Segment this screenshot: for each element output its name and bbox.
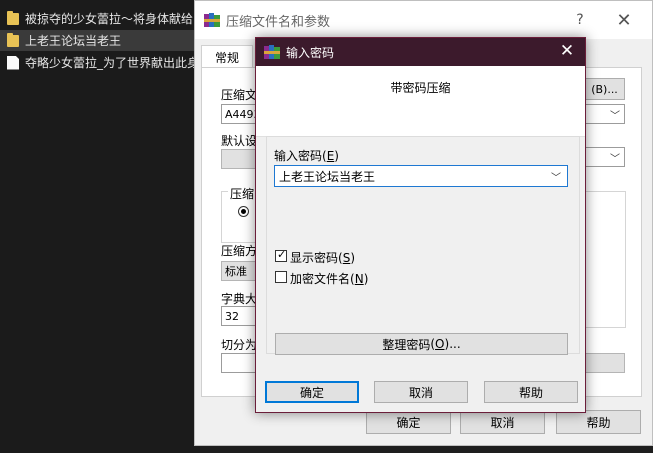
password-input[interactable]: 上老王论坛当老王 ﹀: [274, 165, 568, 187]
dict-size-label: 字典大: [221, 292, 258, 306]
password-value: 上老王论坛当老王: [279, 169, 376, 184]
options-group: [584, 191, 626, 328]
close-icon[interactable]: ✕: [557, 41, 577, 61]
checkmark-icon: ✓: [277, 248, 287, 261]
set-password-button[interactable]: [584, 353, 625, 373]
chevron-down-icon: ﹀: [610, 154, 620, 165]
show-password-label: 显示密码(S): [290, 251, 356, 265]
file-name: 上老王论坛当老王: [25, 34, 122, 48]
profile-select[interactable]: ﹀: [584, 147, 625, 167]
header-text: 带密码压缩: [390, 81, 451, 95]
list-item[interactable]: 上老王论坛当老王: [0, 30, 200, 51]
file-list: 被掠夺的少女蕾拉～将身体献给 上老王论坛当老王 夺略少女蕾拉_为了世界献出此身: [0, 0, 200, 453]
dict-size-value: 32: [225, 309, 239, 323]
ok-button[interactable]: 确定: [265, 381, 359, 403]
archive-format-label: 压缩: [228, 185, 257, 202]
show-password-checkbox[interactable]: ✓: [275, 248, 287, 262]
document-icon: [7, 55, 19, 70]
help-button[interactable]: 帮助: [484, 381, 578, 403]
tab-general[interactable]: 常规: [201, 45, 253, 68]
dialog-titlebar: 输入密码 ✕: [256, 38, 585, 66]
winrar-books-icon: [204, 12, 220, 28]
folder-icon: [7, 32, 19, 47]
ok-button[interactable]: 确定: [366, 410, 451, 434]
encrypt-filenames-checkbox[interactable]: [275, 271, 287, 283]
file-name: 被掠夺的少女蕾拉～将身体献给: [25, 12, 194, 26]
enter-password-dialog: 输入密码 ✕ 带密码压缩 输入密码(E) 上老王论坛当老王 ﹀ ✓ 显示密码(S…: [255, 37, 586, 413]
help-button[interactable]: 帮助: [556, 410, 641, 434]
enter-password-label: 输入密码(E): [274, 149, 339, 163]
dialog-title: 输入密码: [286, 45, 335, 60]
format-radio[interactable]: [238, 206, 249, 217]
winrar-books-icon: [264, 44, 280, 60]
folder-icon: [7, 10, 19, 25]
default-profile-label: 默认设: [221, 134, 258, 148]
browse-button[interactable]: (B)...: [584, 78, 625, 100]
close-icon[interactable]: ✕: [602, 1, 646, 39]
dialog-header: 带密码压缩: [256, 66, 585, 137]
help-icon[interactable]: ?: [558, 1, 602, 39]
organize-passwords-button[interactable]: 整理密码(O)...: [275, 333, 568, 355]
list-item[interactable]: 夺略少女蕾拉_为了世界献出此身: [0, 52, 200, 73]
list-item[interactable]: 被掠夺的少女蕾拉～将身体献给: [0, 8, 200, 29]
encrypt-filenames-label: 加密文件名(N): [290, 272, 369, 286]
dialog-title: 压缩文件名和参数: [226, 14, 331, 30]
compress-method-value: 标准: [225, 265, 247, 278]
update-mode-select[interactable]: ﹀: [584, 104, 625, 124]
compress-method-label: 压缩方: [221, 244, 258, 258]
chevron-down-icon[interactable]: ﹀: [551, 169, 561, 184]
cancel-button[interactable]: 取消: [460, 410, 545, 434]
archive-name-label: 压缩文: [221, 88, 258, 102]
file-name: 夺略少女蕾拉_为了世界献出此身: [25, 56, 200, 70]
dialog-titlebar: 压缩文件名和参数 ? ✕: [195, 1, 652, 39]
split-label: 切分为: [221, 338, 258, 352]
chevron-down-icon: ﹀: [610, 111, 620, 122]
cancel-button[interactable]: 取消: [374, 381, 468, 403]
